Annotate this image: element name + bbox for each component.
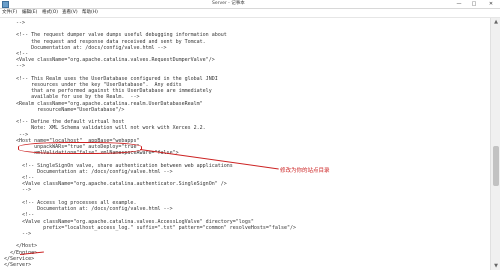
- vertical-scrollbar[interactable]: ▲ ▼: [490, 18, 500, 270]
- menu-view[interactable]: 查看(V): [62, 9, 78, 17]
- code-line: <!--: [4, 51, 29, 58]
- code-line: that are performed against this UserData…: [4, 88, 212, 95]
- notepad-icon: [2, 1, 9, 8]
- code-line: Note: XML Schema validation will not wor…: [4, 125, 206, 132]
- code-line: </Host>: [4, 243, 38, 250]
- code-line: <Valve className="org.apache.catalina.au…: [4, 181, 227, 188]
- text-editor[interactable]: --> <!-- The request dumper valve dumps …: [0, 18, 490, 270]
- scroll-down-arrow-icon[interactable]: ▼: [491, 262, 500, 270]
- code-line: -->: [4, 20, 26, 26]
- code-line: <!-- This Realm uses the UserDatabase co…: [4, 75, 218, 82]
- code-line: <Valve className="org.apache.catalina.va…: [4, 218, 254, 225]
- code-line: </Server>: [4, 261, 32, 268]
- code-line: <Valve className="org.apache.catalina.va…: [4, 57, 215, 64]
- annotation-label: 修改为你的站点目录: [280, 168, 330, 174]
- code-line: -->: [4, 131, 29, 138]
- scroll-up-arrow-icon[interactable]: ▲: [491, 18, 500, 26]
- code-line: Documentation at: /docs/config/valve.htm…: [4, 168, 173, 175]
- minimize-button[interactable]: —: [452, 0, 466, 8]
- maximize-button[interactable]: □: [467, 0, 481, 8]
- code-line: Documentation at: /docs/config/valve.htm…: [4, 206, 173, 213]
- code-line: resourceName="UserDatabase"/>: [4, 106, 125, 113]
- code-line: available for use by the Realm. -->: [4, 94, 140, 101]
- code-line: Documentation at: /docs/config/valve.htm…: [4, 44, 167, 51]
- code-line: <!-- Access log processes all example.: [4, 199, 137, 206]
- window-title: Server - 记事本: [212, 1, 245, 6]
- code-line: the request and response data received a…: [4, 38, 206, 45]
- scroll-thumb[interactable]: [493, 146, 499, 186]
- code-line: prefix="localhost_access_log." suffix=".…: [4, 224, 296, 231]
- close-button[interactable]: ✕: [482, 0, 500, 8]
- menu-file[interactable]: 文件(F): [2, 9, 17, 17]
- code-line: <!--: [4, 212, 35, 219]
- code-line: <!-- Define the default virtual host: [4, 119, 125, 126]
- code-line: -->: [4, 230, 32, 237]
- code-line: </Service>: [4, 255, 35, 262]
- menu-format[interactable]: 格式(O): [42, 9, 58, 17]
- code-line: -->: [4, 63, 26, 70]
- code-line: <!-- SingleSignOn valve, share authentic…: [4, 162, 233, 169]
- menu-edit[interactable]: 编辑(E): [22, 9, 37, 17]
- code-line: resources under the key "UserDatabase". …: [4, 82, 182, 89]
- code-line: -->: [4, 187, 32, 194]
- code-line: <!--: [4, 175, 35, 182]
- code-line: <!-- The request dumper valve dumps usef…: [4, 32, 227, 39]
- menu-bar: 文件(F) 编辑(E) 格式(O) 查看(V) 帮助(H): [0, 9, 500, 18]
- title-bar: Server - 记事本 — □ ✕: [0, 0, 500, 9]
- highlight-circle: [18, 142, 142, 154]
- menu-help[interactable]: 帮助(H): [82, 9, 98, 17]
- code-line: <Realm className="org.apache.catalina.re…: [4, 100, 203, 107]
